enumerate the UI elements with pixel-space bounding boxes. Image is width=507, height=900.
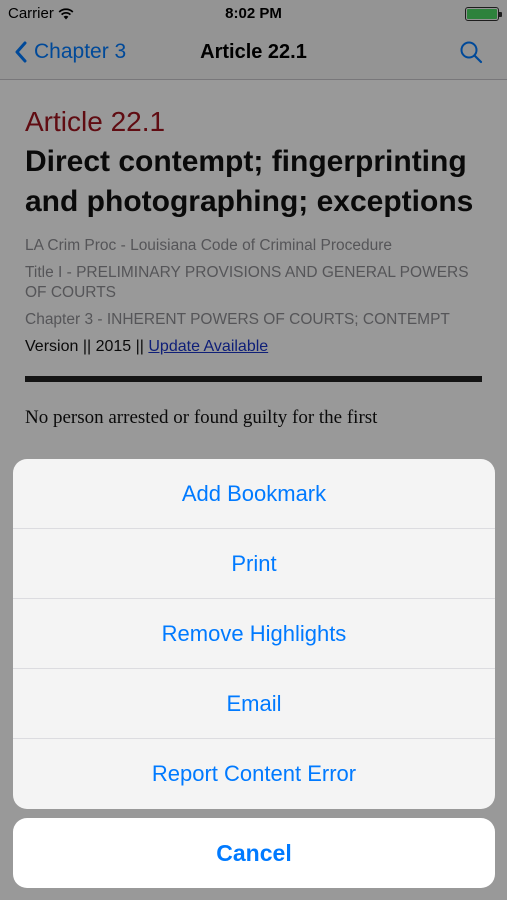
email-button[interactable]: Email [13, 669, 495, 739]
report-content-error-button[interactable]: Report Content Error [13, 739, 495, 809]
cancel-button[interactable]: Cancel [13, 818, 495, 888]
add-bookmark-button[interactable]: Add Bookmark [13, 459, 495, 529]
remove-highlights-button[interactable]: Remove Highlights [13, 599, 495, 669]
print-button[interactable]: Print [13, 529, 495, 599]
action-sheet: Add Bookmark Print Remove Highlights Ema… [13, 459, 495, 809]
